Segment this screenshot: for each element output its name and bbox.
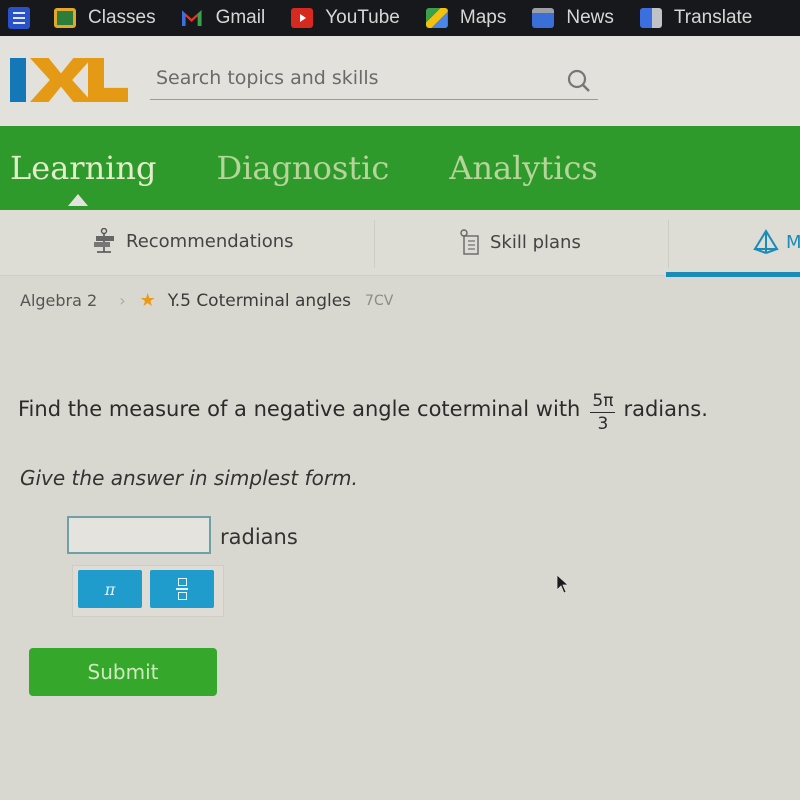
fraction-icon <box>177 578 187 587</box>
prompt-text-end: radians. <box>623 396 708 421</box>
gmail-icon <box>182 8 204 28</box>
skill-code: 7CV <box>365 292 394 309</box>
subnav-recommendations[interactable]: Recommendations <box>92 228 294 254</box>
active-tab-indicator <box>68 194 88 206</box>
bookmark-news[interactable]: News <box>532 7 614 29</box>
ixl-logo[interactable] <box>10 58 128 102</box>
star-icon: ★ <box>139 290 156 311</box>
answer-input[interactable] <box>67 516 211 554</box>
sub-nav: Recommendations Skill plans M <box>0 210 800 277</box>
bookmark-youtube[interactable]: YouTube <box>291 7 400 29</box>
bookmark-gmail[interactable]: Gmail <box>182 7 266 29</box>
subnav-skill-plans[interactable]: Skill plans <box>458 228 581 256</box>
unit-label: radians <box>220 525 298 549</box>
search-icon[interactable] <box>566 68 592 94</box>
translate-icon <box>639 8 662 28</box>
site-header <box>0 36 800 126</box>
search-bar <box>150 60 598 100</box>
youtube-icon <box>291 8 314 28</box>
search-input[interactable] <box>150 60 550 96</box>
prompt-text: Find the measure of a negative angle cot… <box>18 396 581 421</box>
breadcrumb: Algebra 2 › ★ Y.5 Coterminal angles 7CV <box>20 290 393 311</box>
main-nav: Learning Diagnostic Analytics <box>0 126 800 210</box>
breadcrumb-skill: Y.5 Coterminal angles <box>167 290 352 311</box>
bookmark-label: Gmail <box>215 7 266 28</box>
tab-diagnostic[interactable]: Diagnostic <box>217 149 390 187</box>
bookmark-classes[interactable]: Classes <box>54 7 156 29</box>
math-keypad: π <box>72 565 224 617</box>
maps-icon <box>425 8 448 28</box>
tab-learning[interactable]: Learning <box>10 149 157 187</box>
bookmark-maps[interactable]: Maps <box>425 7 507 29</box>
subnav-label: Recommendations <box>126 230 294 252</box>
fraction-numerator: 5π <box>590 391 616 413</box>
chevron-right-icon: › <box>119 291 126 310</box>
mouse-cursor-icon <box>556 574 570 594</box>
bookmark-label: Classes <box>88 7 156 28</box>
bookmark-label: News <box>566 7 614 28</box>
bookmark-translate[interactable]: Translate <box>639 7 753 29</box>
active-subnav-indicator <box>666 272 800 277</box>
subnav-active-item[interactable]: M <box>752 228 800 256</box>
bookmark-label: YouTube <box>325 7 400 28</box>
subnav-label: M <box>786 231 800 253</box>
apps-menu-icon[interactable] <box>8 7 30 29</box>
pi-icon: π <box>104 579 116 599</box>
google-classroom-icon <box>54 8 76 28</box>
question-prompt: Find the measure of a negative angle cot… <box>18 388 708 433</box>
pyramid-icon <box>753 229 779 254</box>
subnav-label: Skill plans <box>490 231 581 253</box>
divider <box>668 220 669 268</box>
fraction-denominator: 3 <box>597 414 609 434</box>
submit-button[interactable]: Submit <box>29 648 217 696</box>
news-icon <box>532 8 555 28</box>
divider <box>374 220 375 268</box>
bookmark-label: Maps <box>459 7 507 28</box>
tab-analytics[interactable]: Analytics <box>449 149 598 187</box>
bookmark-label: Translate <box>673 7 753 28</box>
clipboard-icon <box>460 229 479 255</box>
fraction: 5π 3 <box>590 391 616 434</box>
fraction-key-button[interactable] <box>150 570 214 608</box>
pi-key-button[interactable]: π <box>78 570 142 608</box>
breadcrumb-course[interactable]: Algebra 2 <box>20 291 97 310</box>
instruction-text: Give the answer in simplest form. <box>20 466 358 490</box>
bookmarks-bar: Classes Gmail YouTube Maps News Translat… <box>0 0 800 36</box>
signpost-icon <box>94 228 114 253</box>
